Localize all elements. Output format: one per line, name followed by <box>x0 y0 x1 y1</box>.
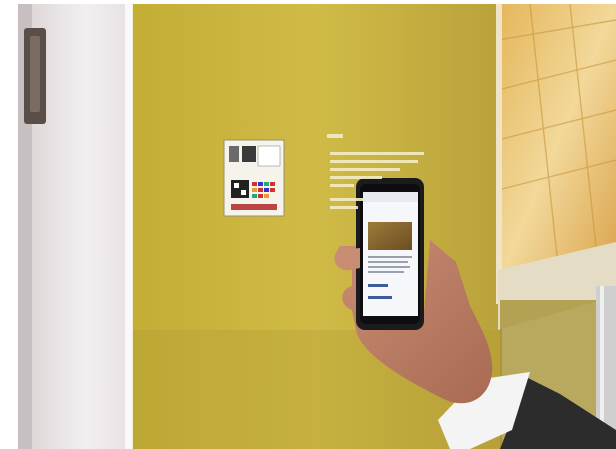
wall-caption <box>327 134 424 209</box>
photo-frame <box>0 0 616 449</box>
